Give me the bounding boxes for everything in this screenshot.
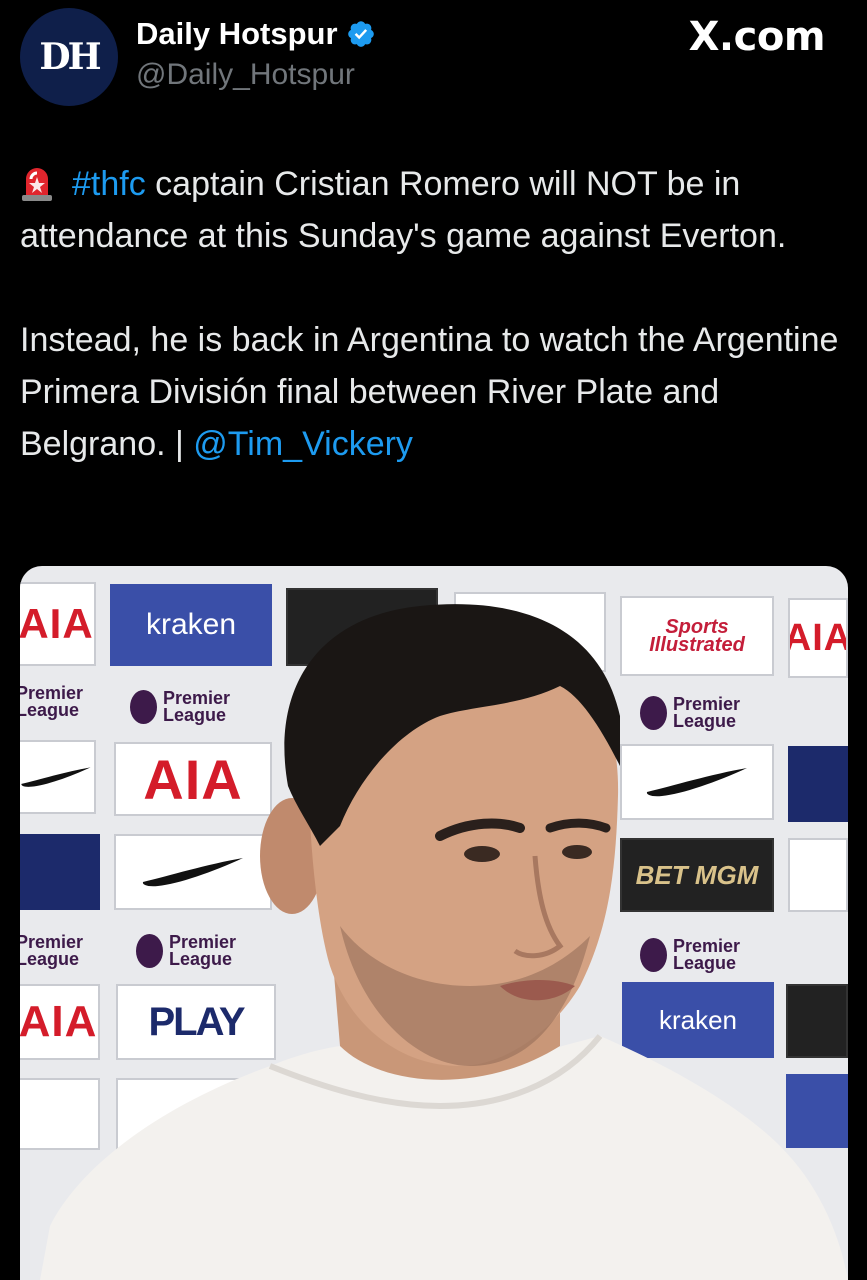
siren-emoji-icon [22,168,52,201]
display-name[interactable]: Daily Hotspur [136,16,338,52]
mention-link[interactable]: @Tim_Vickery [193,425,413,463]
tweet-media-image[interactable]: AIA kraken Sports Illustrated AIA Premie… [20,566,848,1280]
tweet-body: #thfc captain Cristian Romero will NOT b… [20,158,850,470]
avatar-initials: DH [39,36,101,78]
hashtag-link[interactable]: #thfc [72,165,146,203]
user-handle[interactable]: @Daily_Hotspur [136,58,355,92]
author-name-row: Daily Hotspur [136,16,376,52]
verified-badge-icon [347,21,374,47]
interview-subject [40,604,848,1280]
tweet-text-2: Instead, he is back in Argentina to watc… [20,321,839,463]
tweet-header: DH Daily Hotspur @Daily_Hotspur X.com [0,0,867,130]
source-label: X.com [688,14,826,60]
tweet-paragraph-1: #thfc captain Cristian Romero will NOT b… [20,158,850,262]
avatar[interactable]: DH [20,8,118,106]
tweet-paragraph-2: Instead, he is back in Argentina to watc… [20,314,850,470]
